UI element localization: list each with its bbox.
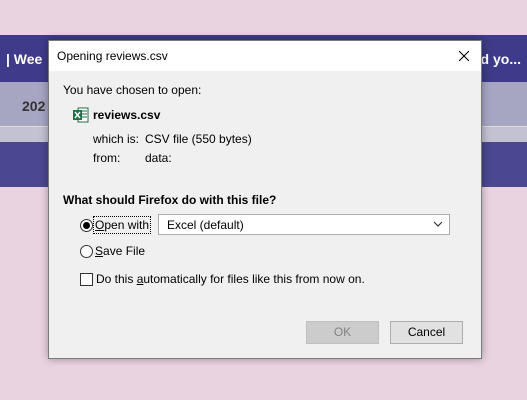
save-file-radio[interactable]: [80, 245, 93, 258]
excel-file-icon: [73, 107, 89, 123]
gray-bar-text: 202: [22, 98, 46, 114]
save-file-label[interactable]: Save File: [95, 244, 145, 258]
which-is-label: which is:: [93, 132, 140, 146]
close-button[interactable]: [447, 41, 481, 71]
from-row: from:: [93, 151, 120, 165]
dialog-titlebar: Opening reviews.csv: [49, 41, 481, 71]
auto-checkbox-label[interactable]: Do this automatically for files like thi…: [96, 272, 365, 286]
cancel-button[interactable]: Cancel: [390, 321, 463, 344]
question-heading: What should Firefox do with this file?: [63, 193, 277, 207]
auto-checkbox[interactable]: [80, 273, 93, 286]
which-is-row: which is:: [93, 132, 139, 146]
chosen-text: You have chosen to open:: [63, 83, 202, 97]
open-with-radio[interactable]: [80, 219, 93, 232]
dialog-title: Opening reviews.csv: [57, 49, 168, 63]
file-name: reviews.csv: [93, 108, 161, 122]
ok-button[interactable]: OK: [306, 321, 379, 344]
from-label: from:: [93, 151, 121, 165]
open-with-label[interactable]: Open with: [93, 216, 152, 234]
download-dialog: Opening reviews.csv You have chosen to o…: [48, 40, 482, 359]
chevron-down-icon: [433, 221, 443, 227]
app-select[interactable]: Excel (default): [158, 214, 450, 235]
from-value: data:: [145, 151, 172, 165]
which-is-value: CSV file (550 bytes): [145, 132, 252, 146]
app-select-value: Excel (default): [167, 218, 244, 232]
banner-text-left: | Wee: [6, 51, 43, 67]
close-icon: [459, 51, 469, 61]
